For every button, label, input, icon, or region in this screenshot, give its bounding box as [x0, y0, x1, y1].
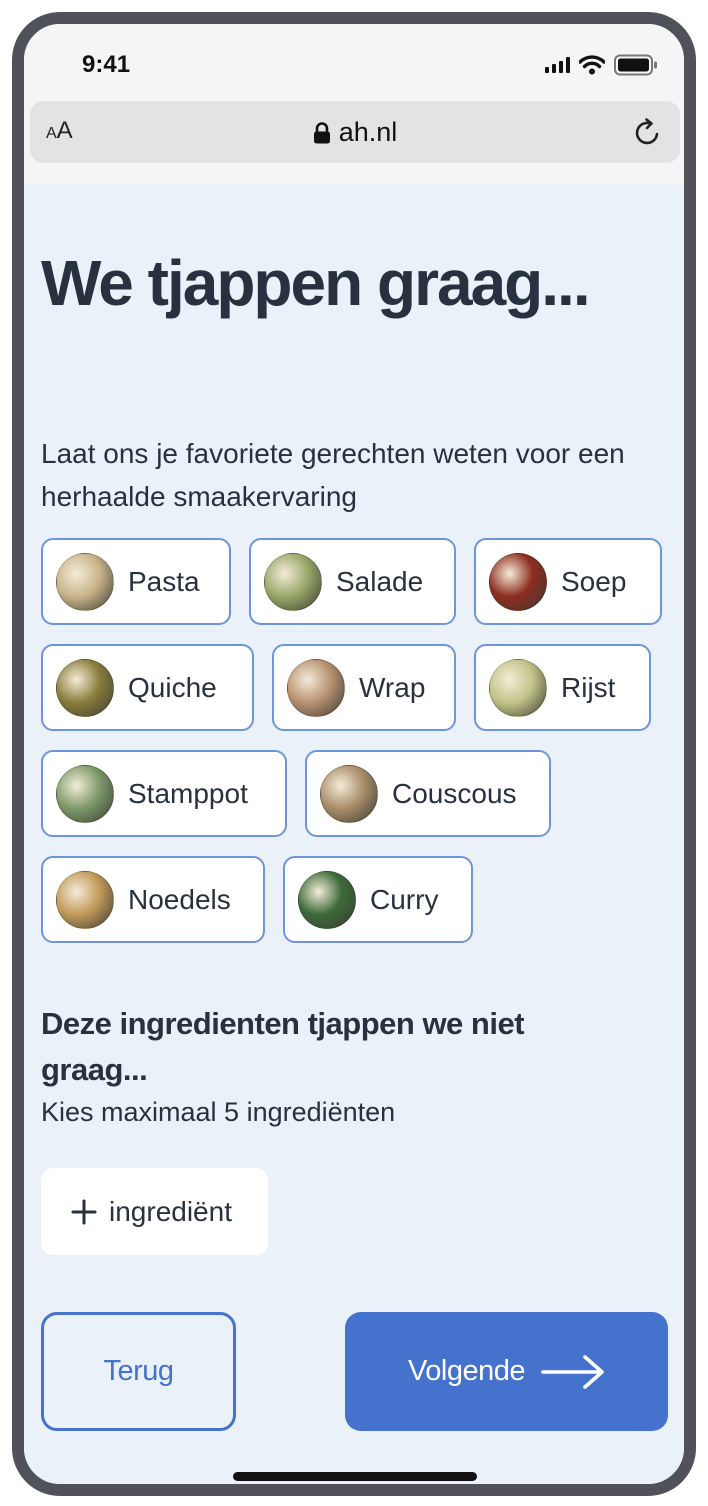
dish-chip-label: Noedels — [128, 883, 231, 915]
battery-icon — [614, 54, 657, 76]
dish-chip-label: Soep — [561, 565, 627, 597]
url-display[interactable]: ah.nl — [30, 117, 680, 148]
dish-chip-wrap[interactable]: Wrap — [272, 644, 456, 731]
wrap-thumbnail — [287, 658, 345, 717]
dish-chip-curry[interactable]: Curry — [283, 856, 473, 943]
status-time: 9:41 — [82, 51, 131, 78]
dish-chip-label: Couscous — [392, 777, 517, 809]
status-icons — [545, 54, 658, 76]
salade-thumbnail — [264, 552, 322, 611]
status-bar: 9:41 — [24, 24, 684, 104]
add-ingredient-button[interactable]: ingrediënt — [41, 1168, 268, 1255]
dish-chip-label: Pasta — [128, 565, 200, 597]
cellular-signal-icon — [545, 57, 570, 73]
dish-chip-label: Quiche — [128, 671, 217, 703]
next-button[interactable]: Volgende — [345, 1312, 668, 1431]
noedels-thumbnail — [56, 870, 114, 929]
wifi-icon — [579, 55, 605, 75]
browser-url-bar[interactable]: AA ah.nl — [30, 101, 680, 163]
next-button-label: Volgende — [408, 1355, 525, 1387]
dish-chip-soep[interactable]: Soep — [474, 538, 662, 625]
page-title: We tjappen graag... — [41, 247, 591, 319]
reload-icon[interactable] — [632, 117, 664, 149]
back-button-label: Terug — [103, 1355, 174, 1387]
home-indicator — [233, 1472, 477, 1481]
plus-icon — [71, 1199, 97, 1224]
dish-chip-label: Stamppot — [128, 777, 248, 809]
dish-chip-salade[interactable]: Salade — [249, 538, 456, 625]
add-ingredient-label: ingrediënt — [109, 1195, 232, 1227]
ingredients-hint: Kies maximaal 5 ingrediënten — [41, 1097, 396, 1127]
soep-thumbnail — [489, 552, 547, 611]
back-button[interactable]: Terug — [41, 1312, 236, 1431]
lock-icon — [313, 121, 330, 143]
quiche-thumbnail — [56, 658, 114, 717]
dish-chip-label: Wrap — [359, 671, 426, 703]
dish-chip-quiche[interactable]: Quiche — [41, 644, 254, 731]
dish-chip-label: Curry — [370, 883, 439, 915]
page-content: We tjappen graag... Laat ons je favoriet… — [24, 183, 684, 1484]
rijst-thumbnail — [489, 658, 547, 717]
arrow-right-icon — [541, 1354, 604, 1389]
curry-thumbnail — [298, 870, 356, 929]
url-text: ah.nl — [338, 117, 398, 147]
pasta-thumbnail — [56, 552, 114, 611]
dish-chip-label: Salade — [336, 565, 424, 597]
dish-chip-noedels[interactable]: Noedels — [41, 856, 265, 943]
dish-chip-stamppot[interactable]: Stamppot — [41, 750, 287, 837]
page-subtitle: Laat ons je favoriete gerechten weten vo… — [41, 438, 625, 512]
couscous-thumbnail — [320, 764, 378, 823]
phone-frame: 9:41 AA ah.nl We tjappen graag... Laat o… — [12, 12, 696, 1496]
stamppot-thumbnail — [56, 764, 114, 823]
dish-chip-rijst[interactable]: Rijst — [474, 644, 651, 731]
dish-chip-label: Rijst — [561, 671, 616, 703]
dish-chip-pasta[interactable]: Pasta — [41, 538, 231, 625]
dish-chip-couscous[interactable]: Couscous — [305, 750, 551, 837]
ingredients-title: Deze ingredienten tjappen we niet graag.… — [41, 1006, 525, 1087]
